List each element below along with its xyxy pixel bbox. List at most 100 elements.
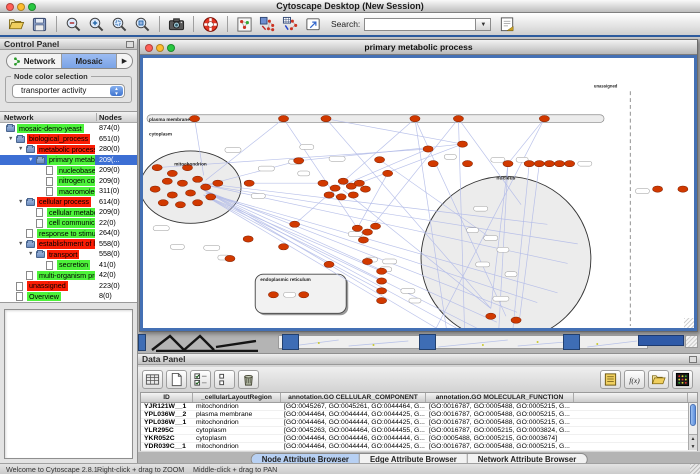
- tree-row[interactable]: ▼transport558(0): [0, 249, 137, 260]
- expand-arrow-icon[interactable]: ▼: [28, 251, 33, 257]
- tree-column-nodes[interactable]: Nodes: [99, 112, 122, 123]
- table-row[interactable]: YLR295Ccytoplasm[GO:0045263, GO:0044464,…: [141, 427, 697, 435]
- graph-node-label-capsule[interactable]: [170, 244, 184, 249]
- tab-overflow-arrow[interactable]: ▶: [117, 54, 132, 68]
- expand-arrow-icon[interactable]: ▼: [8, 136, 13, 142]
- tree-row-label[interactable]: macromolecule: [57, 187, 95, 197]
- graph-node-label-capsule[interactable]: [635, 189, 649, 194]
- table-cell[interactable]: [GO:0005488, GO:0005215, GO:0003674]: [426, 435, 574, 442]
- table-cell[interactable]: YKR052C: [141, 435, 193, 442]
- expand-arrow-icon[interactable]: ▼: [18, 241, 23, 247]
- save-session-icon[interactable]: [28, 15, 50, 34]
- graph-node[interactable]: [362, 258, 372, 264]
- graph-node[interactable]: [524, 161, 534, 167]
- tree-row-label[interactable]: response to stimul: [37, 229, 95, 239]
- network-canvas[interactable]: plasma membranecytoplasmmitochondrionnuc…: [140, 55, 697, 331]
- graph-node[interactable]: [278, 244, 288, 250]
- import-attributes-icon[interactable]: [648, 370, 669, 389]
- tree-row[interactable]: unassigned223(0): [0, 281, 137, 292]
- background-window-edge[interactable]: [419, 334, 436, 350]
- table-cell[interactable]: YDR039C__1: [141, 443, 193, 450]
- attribute-editor-icon[interactable]: [600, 370, 621, 389]
- tree-row[interactable]: ▼cellular process614(0): [0, 197, 137, 208]
- graph-node[interactable]: [330, 185, 340, 191]
- graph-node-label-capsule[interactable]: [409, 298, 421, 303]
- graph-node-label-capsule[interactable]: [329, 156, 345, 161]
- graph-node-label-capsule[interactable]: [348, 232, 362, 237]
- network-window-titlebar[interactable]: primary metabolic process: [140, 40, 697, 55]
- tree-row-label[interactable]: cellular metabol: [47, 208, 95, 218]
- graph-node[interactable]: [167, 170, 177, 176]
- graph-node[interactable]: [358, 237, 368, 243]
- table-cell[interactable]: [GO:0016787, GO:0005488, GO:0005215, G..…: [426, 419, 574, 426]
- graph-node[interactable]: [185, 190, 195, 196]
- scrollbar-arrows-icon[interactable]: ▲▼: [689, 434, 697, 450]
- search-input[interactable]: [364, 18, 476, 31]
- table-cell[interactable]: [GO:0016787, GO:0005488, GO:0005215, G..…: [426, 403, 574, 410]
- graph-node[interactable]: [678, 186, 688, 192]
- table-cell[interactable]: mitochondrion: [193, 403, 281, 410]
- graph-edge[interactable]: [284, 119, 358, 229]
- table-scrollbar[interactable]: ▲▼: [688, 403, 697, 450]
- graph-node[interactable]: [377, 297, 387, 303]
- table-row[interactable]: YPL036W__2plasma membrane[GO:0044464, GO…: [141, 411, 697, 419]
- graph-node[interactable]: [360, 186, 370, 192]
- graph-node[interactable]: [294, 158, 304, 164]
- app-resize-grip[interactable]: [690, 464, 700, 474]
- graph-node[interactable]: [457, 141, 467, 147]
- table-column-header[interactable]: annotation.GO MOLECULAR_FUNCTION: [426, 393, 574, 402]
- tree-row[interactable]: multi-organism pro42(0): [0, 270, 137, 281]
- graph-node[interactable]: [324, 261, 334, 267]
- graph-node[interactable]: [503, 161, 513, 167]
- graph-node[interactable]: [175, 202, 185, 208]
- table-cell[interactable]: [GO:0016787, GO:0005215, GO:0003824, G..…: [426, 427, 574, 434]
- tree-row-label[interactable]: transport: [47, 250, 79, 260]
- graph-node[interactable]: [423, 146, 433, 152]
- graph-node[interactable]: [318, 180, 328, 186]
- graph-node[interactable]: [534, 161, 544, 167]
- background-window-bar[interactable]: [638, 335, 684, 346]
- graph-node[interactable]: [565, 161, 575, 167]
- open-file-icon[interactable]: [5, 15, 27, 34]
- table-row[interactable]: YDR039C__1mitochondrion[GO:0044464, GO:0…: [141, 443, 697, 451]
- delete-attribute-icon[interactable]: [238, 370, 259, 389]
- table-row[interactable]: YJR121W__1mitochondrion[GO:0045267, GO:0…: [141, 403, 697, 411]
- help-icon[interactable]: [199, 15, 221, 34]
- graph-node[interactable]: [428, 161, 438, 167]
- tree-row-label[interactable]: nitrogen compo: [57, 176, 95, 186]
- graph-node-label-capsule[interactable]: [383, 259, 397, 264]
- table-cell[interactable]: YLR295C: [141, 427, 193, 434]
- graph-node-label-capsule[interactable]: [505, 272, 517, 277]
- graph-node[interactable]: [243, 236, 253, 242]
- table-cell[interactable]: cytoplasm: [193, 435, 281, 442]
- search-dropdown-icon[interactable]: ▼: [476, 18, 491, 31]
- tree-row[interactable]: ▼primary metabo209(...: [0, 155, 137, 166]
- expand-arrow-icon[interactable]: ▼: [18, 199, 23, 205]
- tree-row-label[interactable]: nucleobase-: [57, 166, 95, 176]
- graph-node-label-capsule[interactable]: [578, 161, 592, 166]
- matrix-view-icon[interactable]: [672, 370, 693, 389]
- tree-row-label[interactable]: establishment of lo: [37, 239, 95, 249]
- graph-node[interactable]: [206, 194, 216, 200]
- unselect-attributes-icon[interactable]: [214, 370, 235, 389]
- graph-node[interactable]: [201, 184, 211, 190]
- graph-node-label-capsule[interactable]: [251, 193, 265, 198]
- graph-node[interactable]: [352, 225, 362, 231]
- table-cell[interactable]: YPL036W__2: [141, 411, 193, 418]
- graph-node[interactable]: [193, 200, 203, 206]
- graph-node[interactable]: [162, 178, 172, 184]
- graph-node[interactable]: [377, 268, 387, 274]
- graph-node[interactable]: [152, 164, 162, 170]
- export-network-icon[interactable]: [302, 15, 324, 34]
- table-column-header[interactable]: [574, 393, 688, 402]
- graph-node[interactable]: [511, 317, 521, 323]
- graph-node-label-capsule[interactable]: [444, 154, 456, 159]
- table-cell[interactable]: [GO:0044464, GO:0044444, GO:0044425, G..…: [281, 411, 426, 418]
- tree-row-label[interactable]: unassigned: [27, 281, 68, 291]
- graph-node[interactable]: [190, 116, 200, 122]
- graph-node-label-capsule[interactable]: [204, 245, 220, 250]
- network-view-window[interactable]: primary metabolic process plasma membran…: [139, 39, 698, 332]
- table-column-header[interactable]: ID: [141, 393, 193, 402]
- graph-node[interactable]: [158, 200, 168, 206]
- graph-node[interactable]: [290, 221, 300, 227]
